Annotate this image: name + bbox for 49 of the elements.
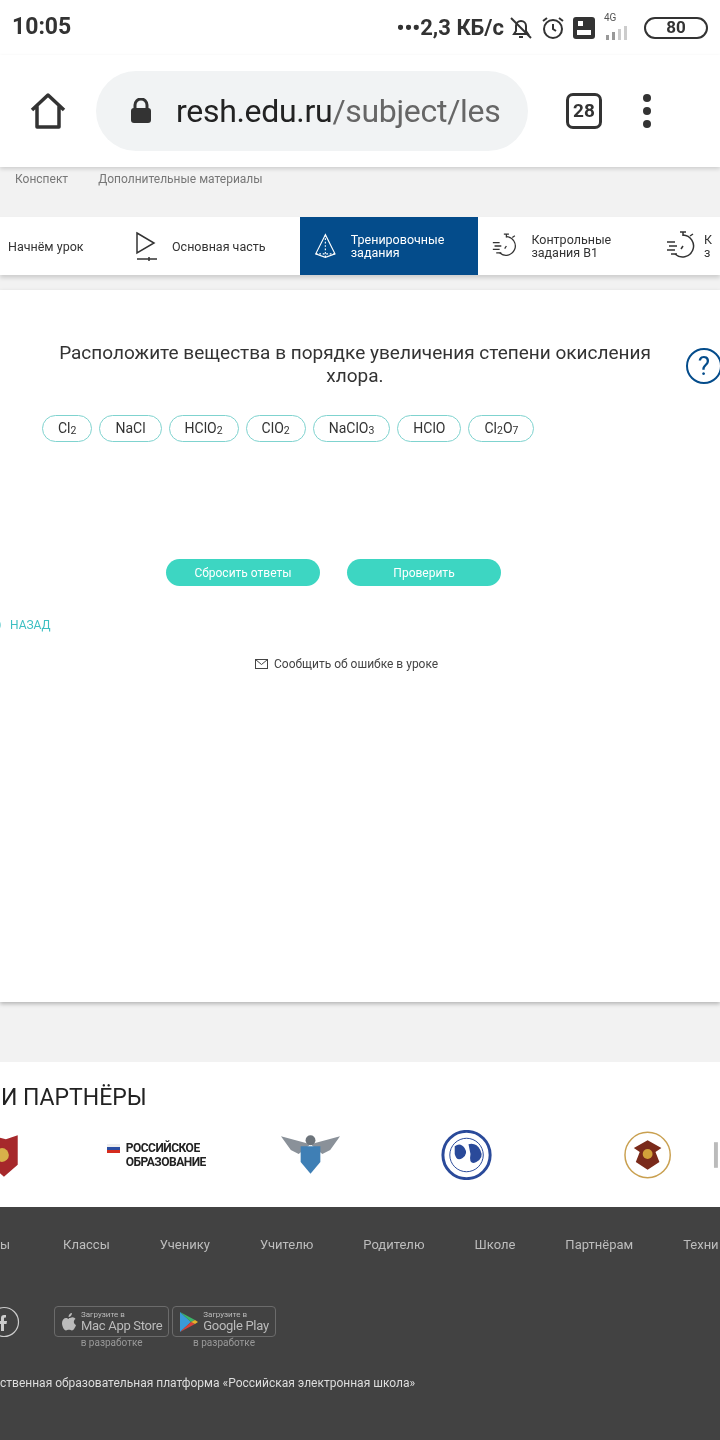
status-time: 10:05 xyxy=(12,12,72,43)
footer-link[interactable]: Школе xyxy=(474,1235,516,1267)
home-icon[interactable] xyxy=(29,92,67,130)
store-name: Google Play xyxy=(203,1319,269,1332)
stopwatch-icon xyxy=(666,231,696,261)
lesson-tab[interactable]: Контрольные задания В1 xyxy=(478,217,658,275)
play-store-icon xyxy=(179,1310,200,1333)
battery-indicator: 80 xyxy=(644,16,708,39)
store-caption: Загрузите в xyxy=(81,1311,126,1319)
lesson-tab[interactable]: К з xyxy=(658,217,720,275)
store-badge[interactable]: Загрузите в Google Play xyxy=(172,1306,276,1337)
network-speed: •••2,3 КБ/с xyxy=(396,14,504,42)
footer-link[interactable]: Техни xyxy=(683,1235,719,1267)
eagle-emblem-icon xyxy=(622,1130,673,1180)
report-error-link[interactable]: Сообщить об ошибке в уроке xyxy=(274,655,439,673)
store-name: Mac App Store xyxy=(81,1319,163,1332)
copyright-text: ственная образовательная платформа «Российская электронная школа» xyxy=(0,1375,417,1392)
store-caption: Загрузите в xyxy=(203,1311,248,1319)
envelope-icon xyxy=(255,659,268,669)
play-icon xyxy=(134,231,158,261)
store-note: в разработке xyxy=(193,1337,255,1349)
lesson-tab[interactable]: Основная часть xyxy=(120,217,300,275)
more-menu-icon[interactable] xyxy=(642,93,652,129)
lesson-link[interactable]: Конспект xyxy=(15,170,69,188)
footer-link[interactable]: Ученику xyxy=(159,1235,210,1267)
partner-logo-text: РОССИЙСКОЕ ОБРАЗОВАНИЕ xyxy=(125,1141,206,1169)
url-text: resh.edu.ru/subject/les xyxy=(176,91,501,132)
footer-link[interactable]: Учителю xyxy=(259,1235,314,1267)
address-bar[interactable]: resh.edu.ru/subject/les xyxy=(96,71,528,151)
footer-link[interactable]: Партнёрам xyxy=(565,1235,634,1267)
muted-bell-icon xyxy=(508,14,534,41)
alarm-clock-icon xyxy=(540,14,566,41)
question-text: Расположите вещества в порядке увеличения степени окисления хлора. xyxy=(58,341,652,387)
partners-heading: И ПАРТНЁРЫ xyxy=(1,1084,148,1112)
lesson-tab[interactable]: Тренировочные задания xyxy=(300,217,478,275)
lock-icon xyxy=(130,98,152,124)
footer-link[interactable]: Родителю xyxy=(363,1235,425,1267)
help-button[interactable]: ? xyxy=(686,348,720,384)
apple-icon xyxy=(61,1311,77,1332)
flag-icon xyxy=(106,1144,120,1153)
store-badge[interactable]: Загрузите в Mac App Store xyxy=(54,1306,170,1337)
lesson-link[interactable]: Дополнительные материалы xyxy=(98,170,263,188)
network-type: 4G xyxy=(604,10,617,25)
footer-link[interactable]: ы xyxy=(0,1235,11,1267)
lesson-tab[interactable]: Начнём урок xyxy=(0,217,120,275)
store-note: в разработке xyxy=(80,1337,143,1349)
tab-count-button[interactable]: 28 xyxy=(566,93,602,129)
footer-link[interactable]: Классы xyxy=(63,1235,110,1267)
pyramid-icon xyxy=(314,231,337,261)
